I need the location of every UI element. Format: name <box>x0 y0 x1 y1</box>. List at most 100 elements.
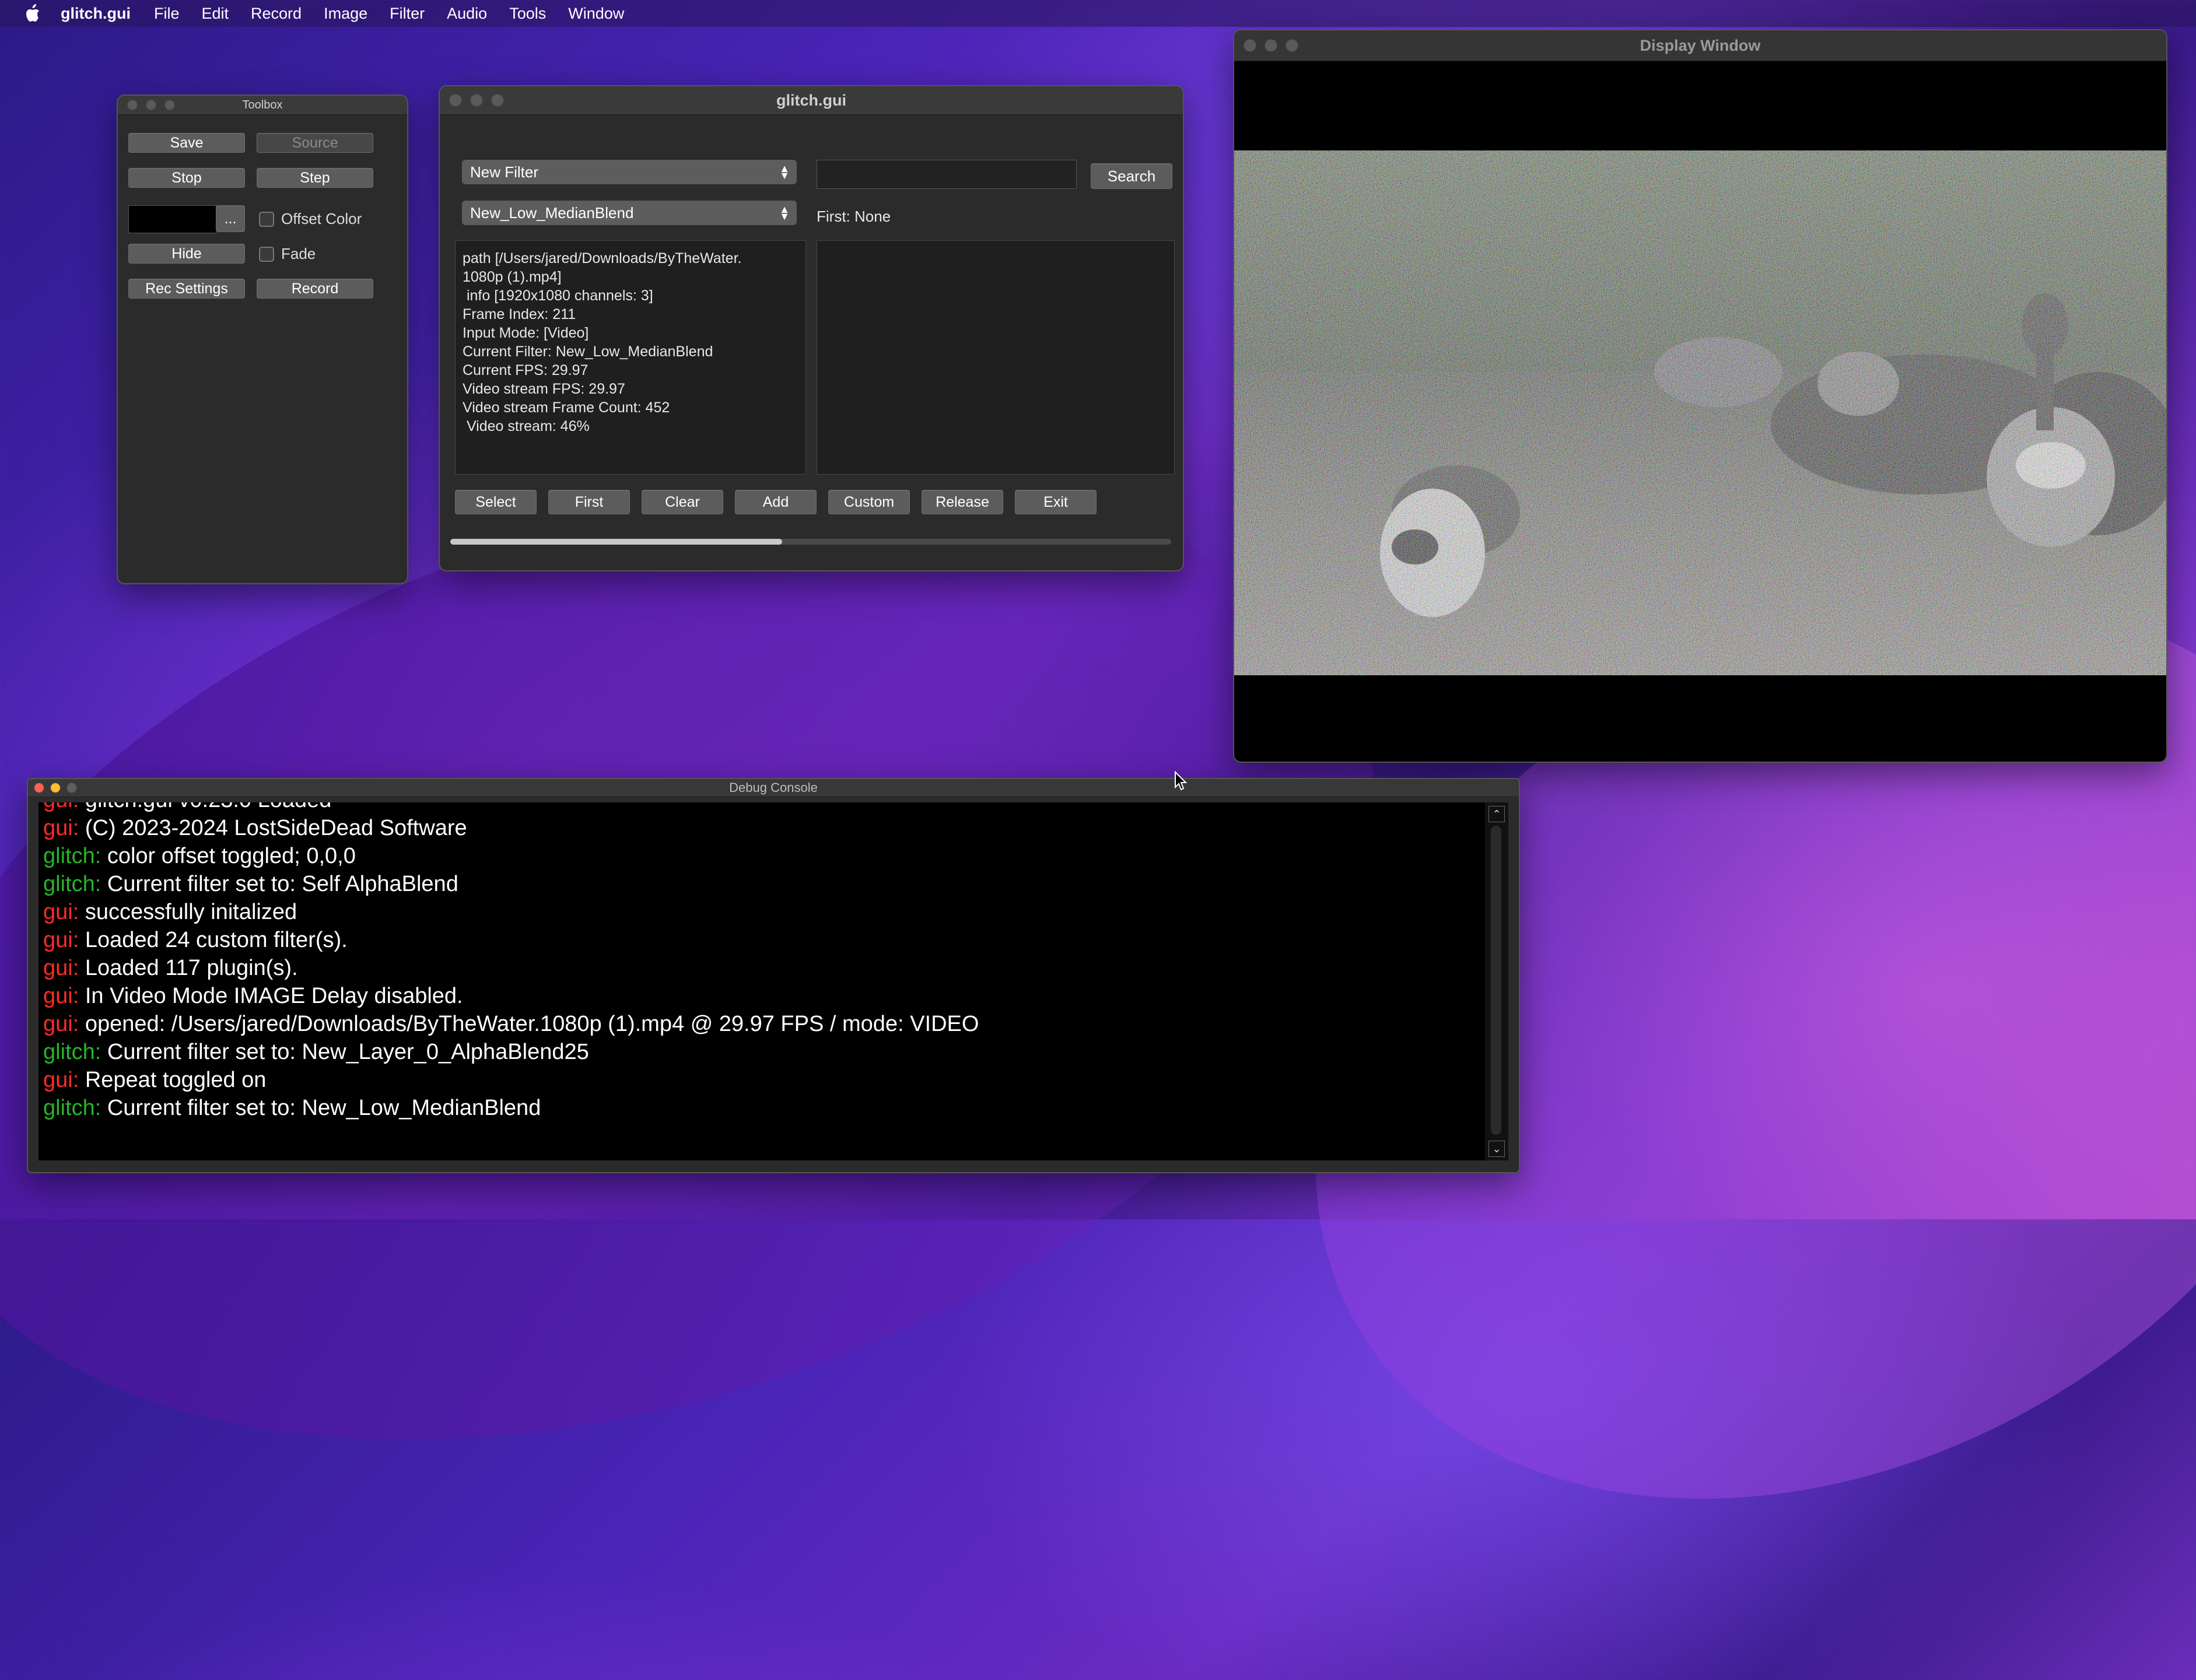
stop-button[interactable]: Stop <box>128 168 245 188</box>
minimize-icon[interactable] <box>470 94 483 107</box>
zoom-icon[interactable] <box>66 783 77 793</box>
log-tag: gui: <box>43 984 79 1008</box>
updown-chevron-icon: ▲ ▼ <box>779 204 790 222</box>
window-title: Display Window <box>1640 37 1761 54</box>
log-text: successfully initalized <box>79 900 297 924</box>
step-button[interactable]: Step <box>257 168 373 188</box>
log-line: glitch: Current filter set to: Self Alph… <box>43 870 979 898</box>
search-input[interactable] <box>817 160 1077 189</box>
filter-category-select[interactable]: New Filter ▲ ▼ <box>462 160 797 184</box>
close-icon[interactable] <box>449 94 462 107</box>
log-tag: gui: <box>43 1012 79 1036</box>
log-line: gui: Loaded 24 custom filter(s). <box>43 926 979 954</box>
menu-record[interactable]: Record <box>251 5 302 23</box>
close-icon[interactable] <box>1244 39 1256 52</box>
menu-tools[interactable]: Tools <box>509 5 546 23</box>
add-button[interactable]: Add <box>735 490 817 514</box>
filter-list-panel[interactable] <box>817 240 1175 475</box>
minimize-icon[interactable] <box>50 783 61 793</box>
log-tag: gui: <box>43 802 79 812</box>
search-button[interactable]: Search <box>1091 163 1172 189</box>
window-title: glitch.gui <box>776 92 846 109</box>
main-titlebar[interactable]: glitch.gui <box>440 86 1183 115</box>
log-text: (C) 2023-2024 LostSideDead Software <box>79 816 467 840</box>
info-line: Current Filter: New_Low_MedianBlend <box>463 343 713 360</box>
info-line: path [/Users/jared/Downloads/ByTheWater. <box>463 250 742 266</box>
console-titlebar[interactable]: Debug Console <box>28 779 1519 797</box>
minimize-icon[interactable] <box>1265 39 1277 52</box>
menu-file[interactable]: File <box>154 5 180 23</box>
select-button[interactable]: Select <box>455 490 537 514</box>
release-button[interactable]: Release <box>922 490 1003 514</box>
console-scrollbar[interactable]: ⌃ ⌄ <box>1485 802 1508 1160</box>
fade-checkbox[interactable]: Fade <box>259 245 316 263</box>
menu-filter[interactable]: Filter <box>390 5 425 23</box>
exit-button[interactable]: Exit <box>1015 490 1097 514</box>
menu-app-name[interactable]: glitch.gui <box>61 5 131 23</box>
close-icon[interactable] <box>34 783 44 793</box>
log-text: Current filter set to: Self AlphaBlend <box>101 872 458 896</box>
info-line: Video stream FPS: 29.97 <box>463 381 625 397</box>
apple-icon[interactable] <box>23 3 41 23</box>
progress-fill <box>450 539 782 545</box>
info-line: info [1920x1080 channels: 3] <box>463 287 653 304</box>
clear-button[interactable]: Clear <box>642 490 723 514</box>
log-tag: glitch: <box>43 1040 101 1064</box>
fade-label: Fade <box>281 245 316 262</box>
checkbox-icon[interactable] <box>259 211 274 227</box>
info-line: Video stream Frame Count: 452 <box>463 399 670 416</box>
scroll-up-icon[interactable]: ⌃ <box>1488 806 1505 822</box>
log-line: glitch: color offset toggled; 0,0,0 <box>43 842 979 870</box>
color-picker-button[interactable]: ... <box>216 205 245 232</box>
log-tag: gui: <box>43 816 79 840</box>
zoom-icon[interactable] <box>1286 39 1298 52</box>
close-icon[interactable] <box>127 100 138 110</box>
custom-button[interactable]: Custom <box>828 490 910 514</box>
display-titlebar[interactable]: Display Window <box>1234 30 2166 61</box>
menu-window[interactable]: Window <box>568 5 624 23</box>
menu-image[interactable]: Image <box>324 5 367 23</box>
scroll-track[interactable] <box>1491 826 1501 1135</box>
log-line: gui: successfully initalized <box>43 898 979 926</box>
window-title: Toolbox <box>242 99 283 111</box>
checkbox-icon[interactable] <box>259 246 274 262</box>
console-output[interactable]: gui: glitch.gui v0.23.0 Loaded gui: (C) … <box>38 802 1485 1160</box>
log-tag: gui: <box>43 956 79 980</box>
log-tag: gui: <box>43 928 79 952</box>
log-tag: glitch: <box>43 1096 101 1120</box>
first-label: First: None <box>817 208 891 225</box>
log-line: glitch: Current filter set to: New_Low_M… <box>43 1094 979 1122</box>
color-swatch[interactable] <box>128 205 217 233</box>
log-tag: gui: <box>43 1068 79 1092</box>
info-line: 1080p (1).mp4] <box>463 269 562 285</box>
minimize-icon[interactable] <box>146 100 156 110</box>
menu-edit[interactable]: Edit <box>202 5 229 23</box>
source-button[interactable]: Source <box>257 133 373 153</box>
log-line: gui: opened: /Users/jared/Downloads/ByTh… <box>43 1010 979 1038</box>
info-panel: path [/Users/jared/Downloads/ByTheWater.… <box>455 240 806 475</box>
log-tag: glitch: <box>43 872 101 896</box>
log-tag: glitch: <box>43 844 101 868</box>
record-button[interactable]: Record <box>257 279 373 299</box>
rec-settings-button[interactable]: Rec Settings <box>128 279 245 299</box>
log-line-partial: gui: glitch.gui v0.23.0 Loaded <box>43 802 979 814</box>
progress-track <box>450 539 1171 545</box>
scroll-down-icon[interactable]: ⌄ <box>1488 1141 1505 1157</box>
window-title: Debug Console <box>729 780 818 795</box>
hide-button[interactable]: Hide <box>128 244 245 264</box>
log-text: Repeat toggled on <box>79 1068 267 1092</box>
offset-color-label: Offset Color <box>281 210 362 227</box>
toolbox-titlebar[interactable]: Toolbox <box>118 96 407 115</box>
log-text: color offset toggled; 0,0,0 <box>101 844 356 868</box>
zoom-icon[interactable] <box>164 100 175 110</box>
filter-name-select[interactable]: New_Low_MedianBlend ▲ ▼ <box>462 201 797 225</box>
updown-chevron-icon: ▲ ▼ <box>779 163 790 181</box>
offset-color-checkbox[interactable]: Offset Color <box>259 210 362 228</box>
log-tag: gui: <box>43 900 79 924</box>
save-button[interactable]: Save <box>128 133 245 153</box>
menu-audio[interactable]: Audio <box>447 5 487 23</box>
zoom-icon[interactable] <box>491 94 504 107</box>
first-button[interactable]: First <box>548 490 630 514</box>
log-text: Loaded 24 custom filter(s). <box>79 928 348 952</box>
log-text: Loaded 117 plugin(s). <box>79 956 298 980</box>
